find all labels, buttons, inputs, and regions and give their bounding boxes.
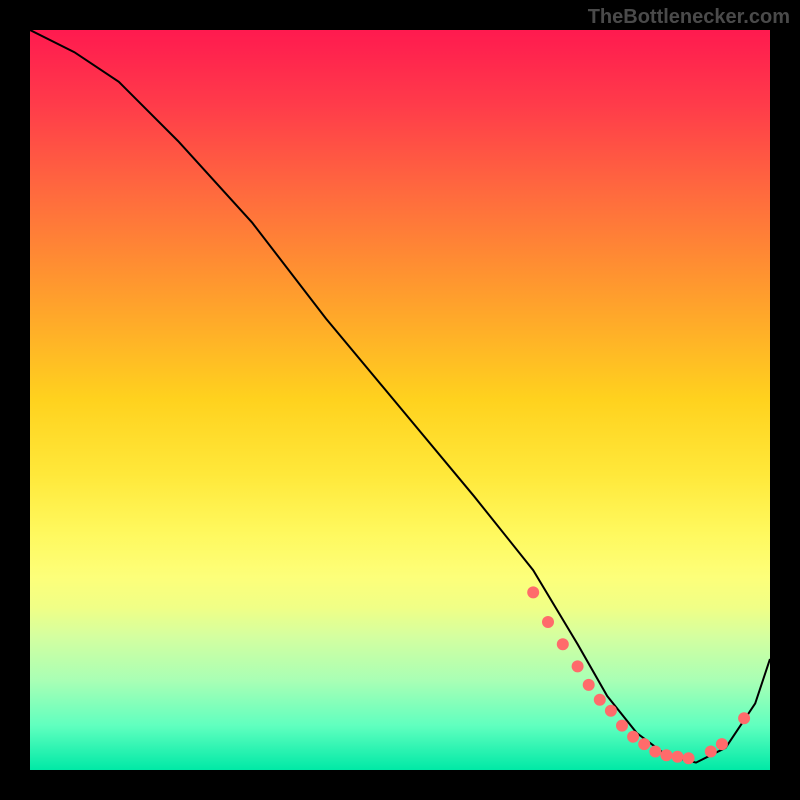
marker-dot bbox=[557, 638, 569, 650]
marker-dot bbox=[660, 749, 672, 761]
marker-dot bbox=[672, 751, 684, 763]
marker-dot bbox=[605, 705, 617, 717]
marker-dot bbox=[572, 660, 584, 672]
plot-area bbox=[30, 30, 770, 770]
marker-dot bbox=[527, 586, 539, 598]
chart-frame: TheBottlenecker.com bbox=[0, 0, 800, 800]
curve-markers bbox=[527, 586, 750, 764]
marker-dot bbox=[705, 746, 717, 758]
marker-dot bbox=[627, 731, 639, 743]
marker-dot bbox=[649, 746, 661, 758]
marker-dot bbox=[738, 712, 750, 724]
marker-dot bbox=[616, 720, 628, 732]
marker-dot bbox=[683, 752, 695, 764]
bottleneck-curve bbox=[30, 30, 770, 763]
marker-dot bbox=[638, 738, 650, 750]
marker-dot bbox=[716, 738, 728, 750]
marker-dot bbox=[542, 616, 554, 628]
marker-dot bbox=[583, 679, 595, 691]
attribution-label: TheBottlenecker.com bbox=[588, 6, 790, 29]
marker-dot bbox=[594, 694, 606, 706]
curve-layer bbox=[30, 30, 770, 770]
